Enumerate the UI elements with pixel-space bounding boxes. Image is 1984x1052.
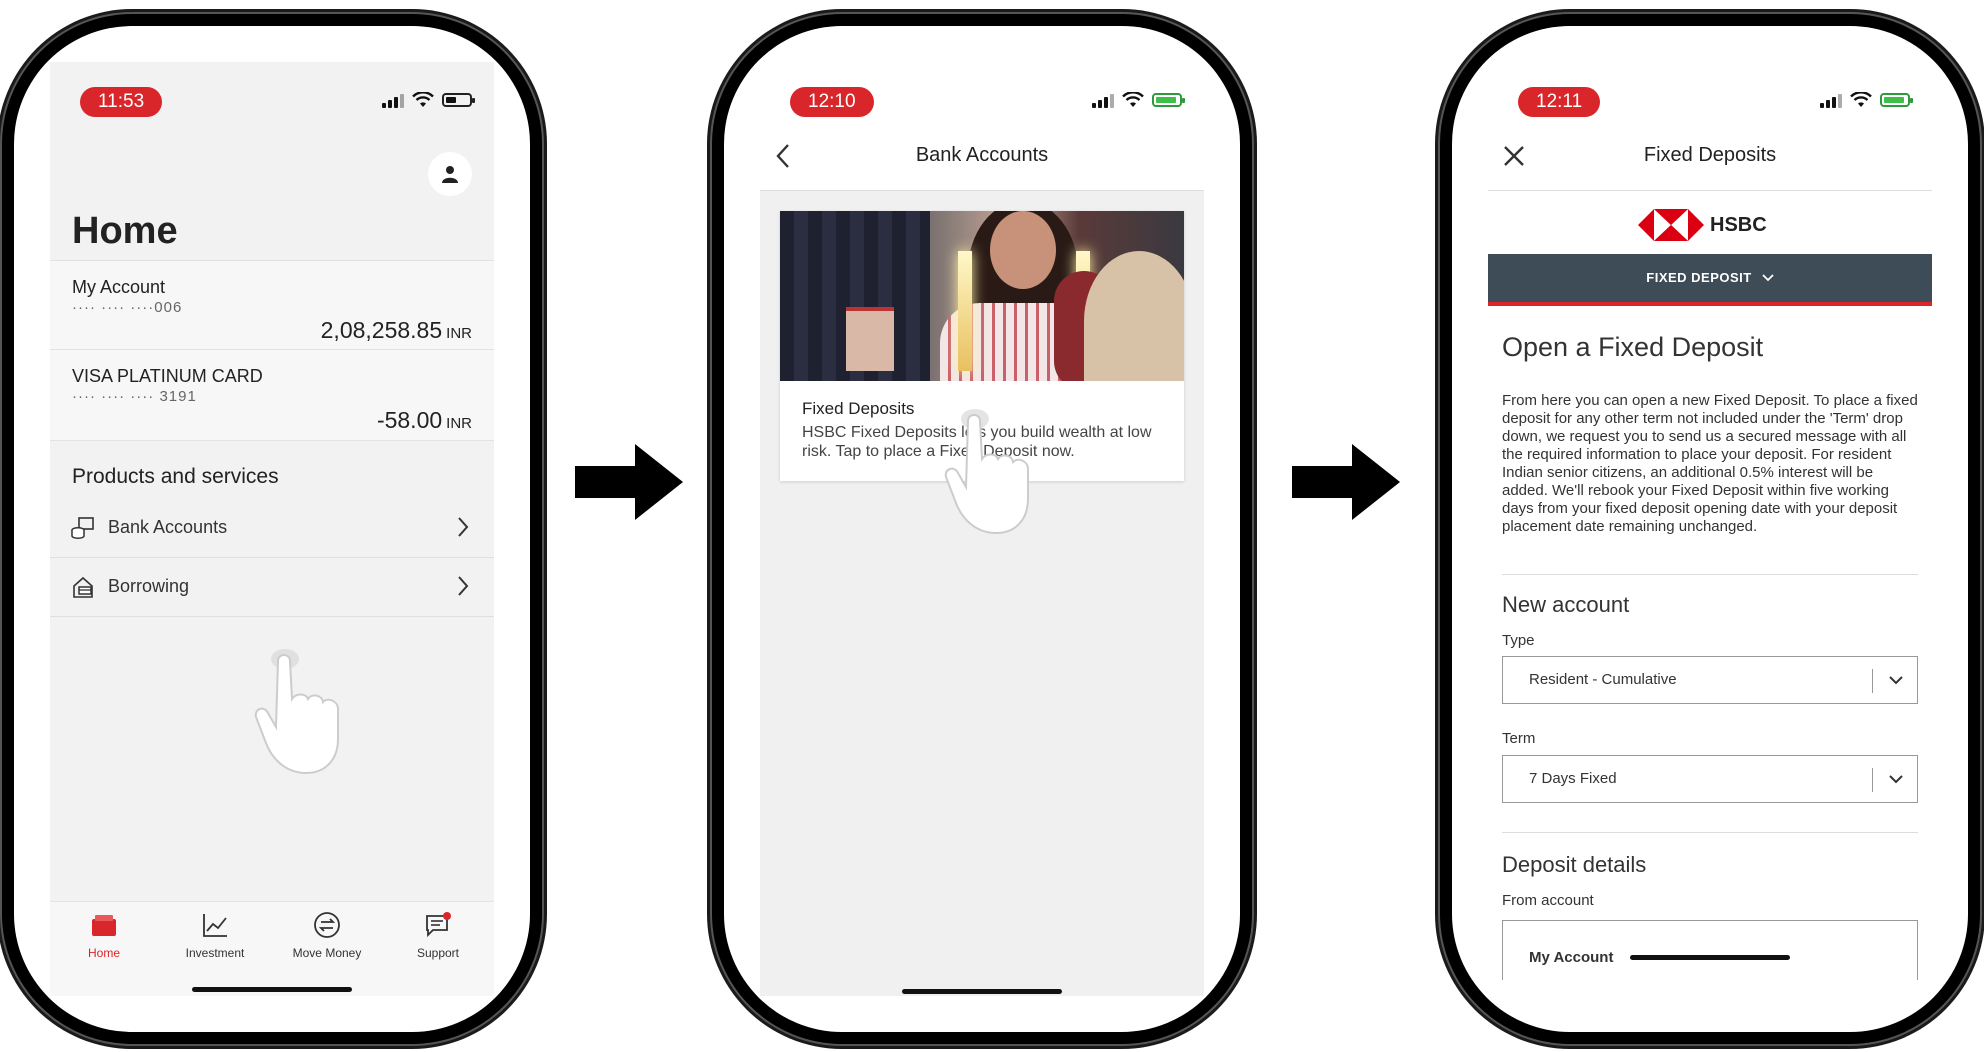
divider <box>1502 832 1918 833</box>
phone-bank-accounts: 12:10 Bank Accounts Fixed Deposits HSBC … <box>712 14 1252 1044</box>
product-row-borrowing[interactable]: Borrowing <box>50 558 494 617</box>
product-label: Borrowing <box>108 576 190 596</box>
status-time: 12:11 <box>1518 87 1601 117</box>
term-label: Term <box>1502 730 1536 747</box>
status-time: 12:10 <box>790 87 874 117</box>
battery-icon <box>442 93 475 107</box>
signal-icon <box>1820 92 1842 108</box>
wifi-icon <box>1850 92 1872 107</box>
chat-icon <box>426 912 451 938</box>
chevron-down-icon <box>1889 775 1903 784</box>
products-heading: Products and services <box>72 465 279 488</box>
term-selected-value: 7 Days Fixed <box>1529 770 1617 787</box>
intro-paragraph: From here you can open a new Fixed Depos… <box>1502 392 1918 535</box>
phone-home: 11:53 Home My Account ···· ···· ····006 … <box>2 14 542 1044</box>
page-title: Home <box>72 210 178 252</box>
account-name: VISA PLATINUM CARD <box>72 366 263 386</box>
promo-photo <box>780 211 1184 381</box>
divider <box>1502 574 1918 575</box>
hsbc-hexagon-icon <box>1638 209 1704 241</box>
type-label: Type <box>1502 632 1535 649</box>
page-title: Bank Accounts <box>915 144 1049 166</box>
nav-header: Bank Accounts <box>760 122 1204 191</box>
signal-icon <box>382 92 404 108</box>
profile-button[interactable] <box>428 152 472 196</box>
account-balance: 2,08,258.85 INR <box>320 317 472 343</box>
transfer-icon <box>314 912 340 938</box>
chart-icon <box>203 914 227 937</box>
tab-label: Move Money <box>292 946 362 960</box>
home-indicator <box>192 987 352 992</box>
bottom-tab-bar: Home Investment Move Money Support <box>50 901 494 996</box>
battery-charging-icon <box>1152 93 1185 107</box>
status-bar: 12:10 <box>760 62 1204 122</box>
from-account-label: From account <box>1502 892 1594 909</box>
chevron-down-icon <box>1889 676 1903 685</box>
page-heading: Open a Fixed Deposit <box>1502 332 1764 362</box>
flow-arrow-icon <box>575 444 683 520</box>
wifi-icon <box>412 92 434 107</box>
home-indicator <box>1630 955 1790 960</box>
from-account-select[interactable]: My Account <box>1502 920 1918 980</box>
type-select[interactable]: Resident - Cumulative <box>1502 656 1918 704</box>
type-selected-value: Resident - Cumulative <box>1529 671 1677 688</box>
wallet-icon <box>92 915 116 936</box>
account-card-my-account[interactable]: My Account ···· ···· ····006 2,08,258.85… <box>50 260 494 349</box>
tab-label: Support <box>416 946 460 960</box>
product-menu-bar[interactable]: FIXED DEPOSIT <box>1488 254 1932 306</box>
tab-label: Investment <box>185 946 245 960</box>
flow-arrow-icon <box>1292 444 1400 520</box>
product-label: Bank Accounts <box>108 517 228 537</box>
product-row-bank-accounts[interactable]: Bank Accounts <box>50 499 494 558</box>
page-body: Fixed Deposits HSBC Fixed Deposits lets … <box>760 191 1204 996</box>
nav-header: Fixed Deposits <box>1488 122 1932 191</box>
account-number-masked: ···· ···· ···· 3191 <box>72 388 197 405</box>
tab-move-money[interactable]: Move Money <box>277 910 377 960</box>
tab-home[interactable]: Home <box>54 910 154 960</box>
chevron-right-icon <box>458 517 469 537</box>
section-heading-deposit-details: Deposit details <box>1502 852 1647 877</box>
borrowing-house-icon <box>73 576 93 598</box>
account-name: My Account <box>72 277 166 297</box>
product-menu-label: FIXED DEPOSIT <box>1646 270 1752 285</box>
home-indicator <box>902 989 1062 994</box>
tap-gesture-hand-icon <box>944 409 1029 535</box>
section-heading-new-account: New account <box>1502 592 1630 617</box>
person-icon <box>442 166 458 183</box>
wifi-icon <box>1122 92 1144 107</box>
battery-charging-icon <box>1880 93 1913 107</box>
tap-gesture-hand-icon <box>254 649 339 775</box>
promo-title: Fixed Deposits <box>802 399 915 418</box>
tab-investment[interactable]: Investment <box>165 910 265 960</box>
account-number-masked: ···· ···· ····006 <box>72 299 183 316</box>
bank-coins-icon <box>71 517 94 539</box>
brand-name: HSBC <box>1710 213 1767 236</box>
from-account-value: My Account <box>1529 949 1614 966</box>
status-time: 11:53 <box>80 87 163 117</box>
term-select[interactable]: 7 Days Fixed <box>1502 755 1918 803</box>
status-bar: 12:11 <box>1488 62 1932 122</box>
hsbc-logo: HSBC <box>1638 208 1767 242</box>
account-card-visa[interactable]: VISA PLATINUM CARD ···· ···· ···· 3191 -… <box>50 349 494 440</box>
phone-fixed-deposits: 12:11 Fixed Deposits HSBC FIXED DEPOSIT … <box>1440 14 1980 1044</box>
status-bar: 11:53 <box>50 62 494 122</box>
tab-label: Home <box>87 946 120 960</box>
account-balance: -58.00 INR <box>376 407 472 433</box>
chevron-down-icon <box>1762 274 1774 282</box>
page-title: Fixed Deposits <box>1643 144 1777 166</box>
signal-icon <box>1092 92 1114 108</box>
chevron-right-icon <box>458 576 469 596</box>
tab-support[interactable]: Support <box>388 910 488 960</box>
